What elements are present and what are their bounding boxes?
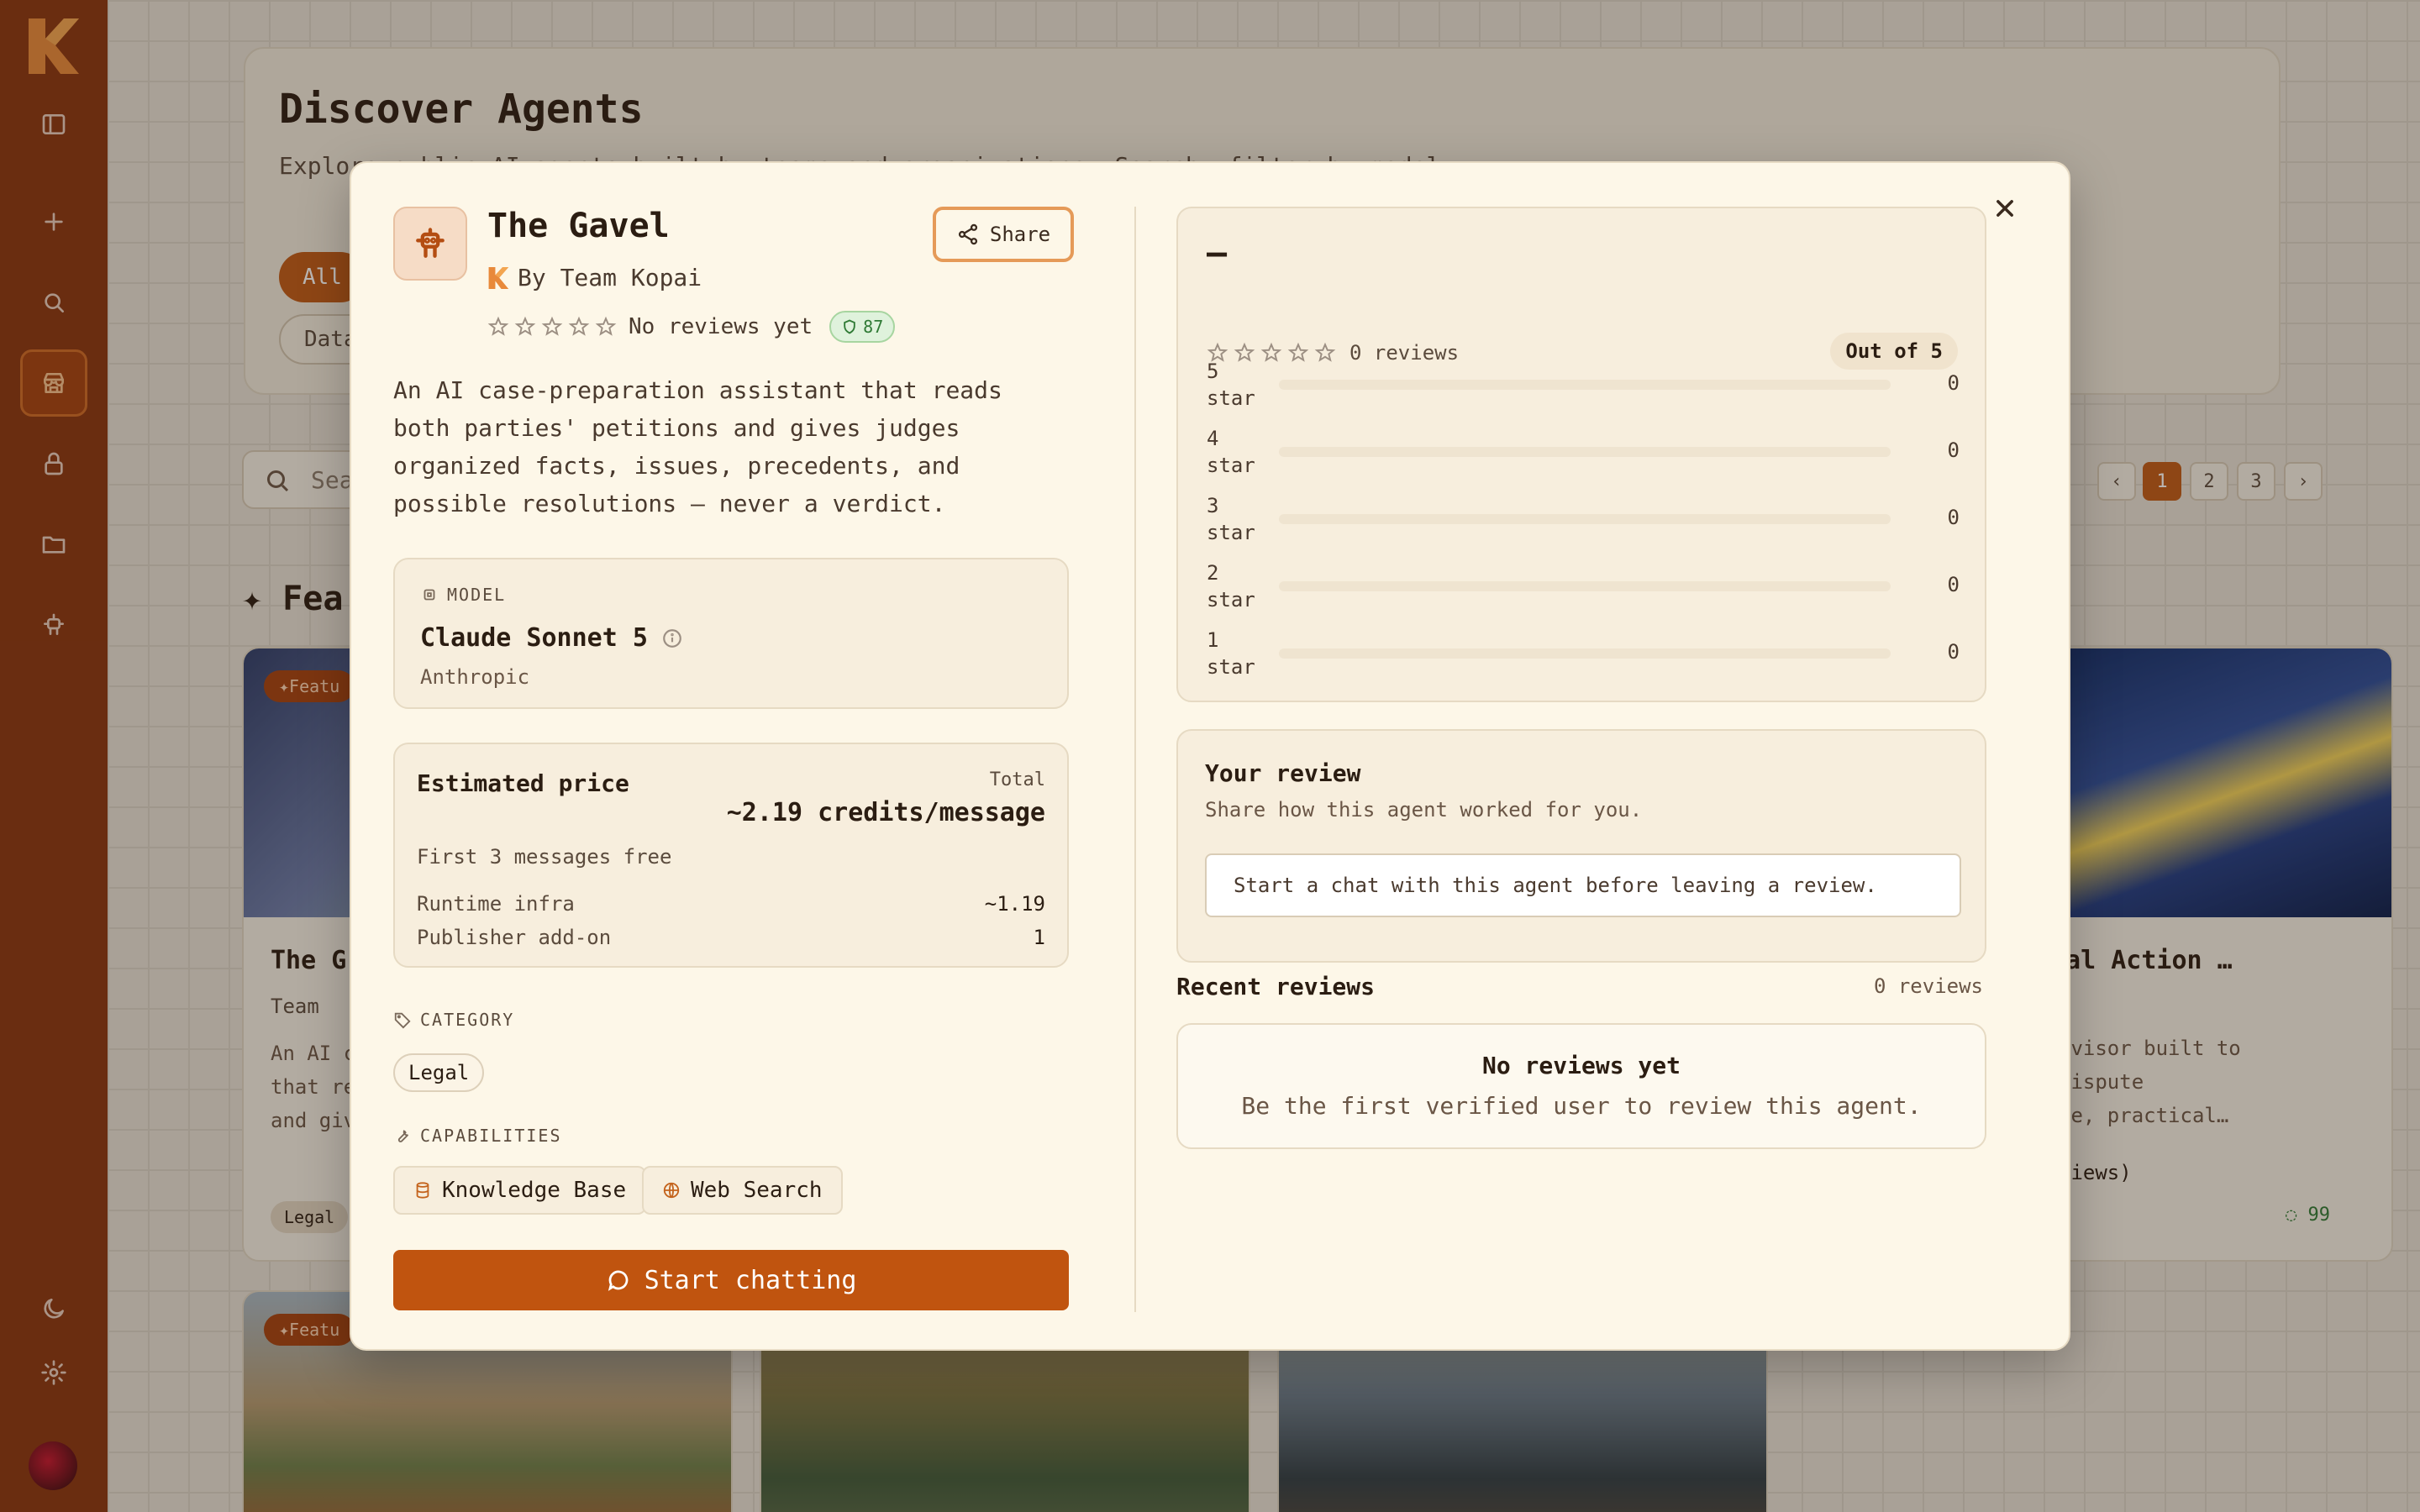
rating-bar-row: 2 star 0 <box>1207 559 1960 613</box>
price-total-value: ~2.19 credits/message <box>726 798 1045 827</box>
price-title: Estimated price <box>417 769 629 797</box>
model-name: Claude Sonnet 5 <box>420 623 683 653</box>
database-icon <box>416 1182 429 1199</box>
your-review-card: Your review Share how this agent worked … <box>1176 729 1986 963</box>
your-review-title: Your review <box>1205 759 1361 787</box>
agent-title: The Gavel <box>487 207 670 245</box>
share-label: Share <box>989 223 1051 246</box>
capability-knowledge-base: Knowledge Base <box>393 1166 647 1215</box>
average-rating: — <box>1207 234 1228 272</box>
rating-bar-label: 3 star <box>1207 494 1255 544</box>
rating-bar-count: 0 <box>1947 640 1960 664</box>
star-icon <box>514 316 536 336</box>
price-line-label: Runtime infra <box>417 892 575 916</box>
rating-bar-track <box>1279 581 1891 591</box>
star-icon <box>595 316 617 336</box>
price-line-label: Publisher add-on <box>417 926 612 949</box>
tag-icon <box>394 1012 411 1029</box>
rating-bar-track <box>1279 514 1891 524</box>
rating-bar-row: 5 star 0 <box>1207 358 1960 412</box>
capability-label: Knowledge Base <box>442 1178 627 1203</box>
empty-reviews-subtitle: Be the first verified user to review thi… <box>1241 1092 1922 1120</box>
chip-icon <box>424 589 435 601</box>
star-icon <box>568 316 590 336</box>
column-divider <box>1134 207 1136 1312</box>
category-label-text: CATEGORY <box>420 1010 515 1030</box>
capability-web-search: Web Search <box>642 1166 843 1215</box>
agent-author-text: By Team Kopai <box>518 264 702 291</box>
category-chip[interactable]: Legal <box>393 1053 485 1092</box>
team-logo-icon <box>488 266 509 289</box>
rating-bar-count: 0 <box>1947 573 1960 596</box>
empty-reviews-title: No reviews yet <box>1481 1052 1681 1079</box>
model-label: MODEL <box>420 585 506 605</box>
price-total-label: Total <box>989 769 1045 790</box>
model-name-text: Claude Sonnet 5 <box>420 623 648 653</box>
capabilities-label: CAPABILITIES <box>393 1126 562 1146</box>
robot-icon <box>416 228 445 258</box>
your-review-subtitle: Share how this agent worked for you. <box>1205 798 1643 822</box>
rating-bar-label: 4 star <box>1207 427 1255 477</box>
share-icon <box>958 223 977 245</box>
rating-bar-track <box>1279 648 1891 659</box>
agent-author: By Team Kopai <box>487 264 702 291</box>
model-label-text: MODEL <box>447 585 507 605</box>
price-line-value: ~1.19 <box>984 892 1045 916</box>
share-button[interactable]: Share <box>933 207 1074 262</box>
rating-summary-card: — 0 reviews Out of 5 5 star 0 4 star 0 3… <box>1176 207 1986 702</box>
review-input[interactable]: Start a chat with this agent before leav… <box>1205 853 1961 917</box>
free-messages-note: First 3 messages free <box>417 845 672 869</box>
agent-rating-row: No reviews yet 87 <box>487 311 896 343</box>
rating-bar-track <box>1279 447 1891 457</box>
shield-icon <box>844 319 855 334</box>
agent-detail-modal: The Gavel By Team Kopai No reviews yet 8… <box>350 161 2070 1351</box>
rating-bar-row: 1 star 0 <box>1207 627 1960 680</box>
rating-bar-label: 5 star <box>1207 360 1255 410</box>
model-card: MODEL Claude Sonnet 5 Anthropic <box>393 558 1069 709</box>
rating-bar-count: 0 <box>1947 438 1960 462</box>
capability-label: Web Search <box>691 1178 823 1203</box>
recent-reviews-title: Recent reviews <box>1176 973 1376 1000</box>
agent-description: An AI case-preparation assistant that re… <box>393 376 1002 517</box>
rating-bar-track <box>1279 380 1891 390</box>
rating-bar-row: 3 star 0 <box>1207 492 1960 546</box>
empty-reviews-card: No reviews yet Be the first verified use… <box>1176 1023 1986 1149</box>
rating-bar-count: 0 <box>1947 371 1960 395</box>
rating-bar-count: 0 <box>1947 506 1960 529</box>
price-card: Estimated price Total ~2.19 credits/mess… <box>393 743 1069 968</box>
trust-score-value: 87 <box>863 317 884 337</box>
info-icon[interactable] <box>661 627 683 649</box>
wrench-icon <box>397 1130 409 1142</box>
chat-bubble-icon <box>608 1270 628 1291</box>
agent-rating-text: No reviews yet <box>629 314 813 339</box>
start-chatting-button[interactable]: Start chatting <box>393 1250 1069 1310</box>
agent-avatar <box>393 207 467 281</box>
star-icon <box>541 316 563 336</box>
close-icon <box>1996 200 2013 217</box>
price-line-value: 1 <box>1033 926 1045 949</box>
category-label: CATEGORY <box>393 1010 514 1030</box>
close-modal-button[interactable] <box>1986 190 2023 227</box>
rating-bar-label: 2 star <box>1207 561 1255 612</box>
start-chatting-label: Start chatting <box>644 1265 857 1295</box>
rating-bar-row: 4 star 0 <box>1207 425 1960 479</box>
rating-bar-label: 1 star <box>1207 628 1255 679</box>
star-icon <box>487 316 509 336</box>
trust-score-badge: 87 <box>829 311 896 343</box>
recent-reviews-count: 0 reviews <box>1873 974 1983 998</box>
capabilities-label-text: CAPABILITIES <box>420 1126 562 1146</box>
model-provider: Anthropic <box>420 665 530 689</box>
globe-icon <box>663 1182 680 1199</box>
